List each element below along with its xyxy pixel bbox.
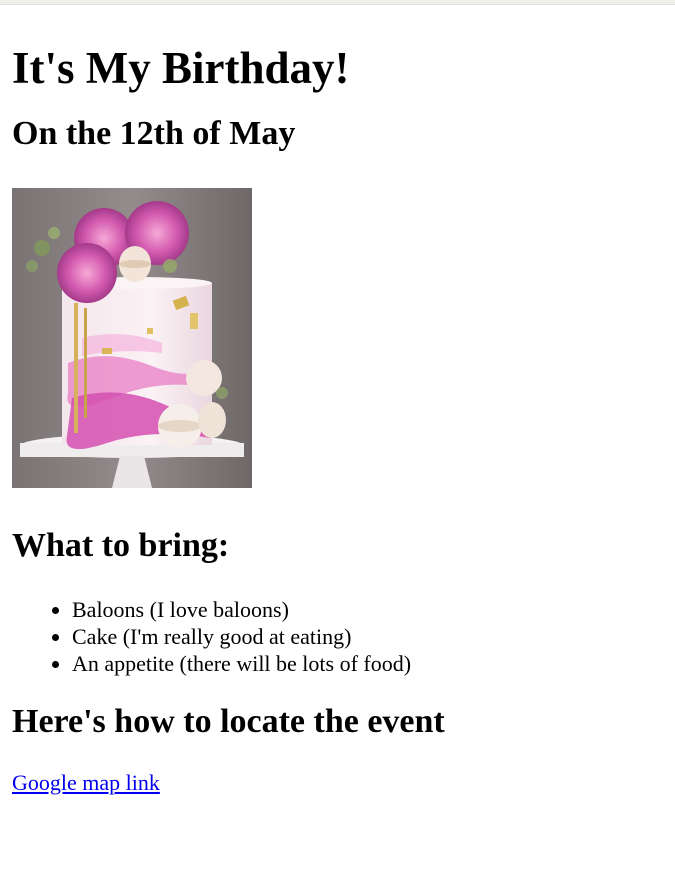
- list-item: Cake (I'm really good at eating): [72, 623, 663, 650]
- page-title: It's My Birthday!: [12, 43, 350, 93]
- google-map-link[interactable]: Google map link: [12, 769, 160, 796]
- location-heading: Here's how to locate the event: [12, 703, 445, 740]
- page-content: It's My Birthday! On the 12th of May Wha…: [0, 5, 675, 796]
- cake-image: [12, 188, 252, 488]
- bring-heading: What to bring:: [12, 527, 230, 564]
- list-item: Baloons (I love baloons): [72, 596, 663, 623]
- date-heading: On the 12th of May: [12, 115, 296, 152]
- list-item: An appetite (there will be lots of food): [72, 650, 663, 677]
- bring-list: Baloons (I love baloons) Cake (I'm reall…: [12, 596, 663, 677]
